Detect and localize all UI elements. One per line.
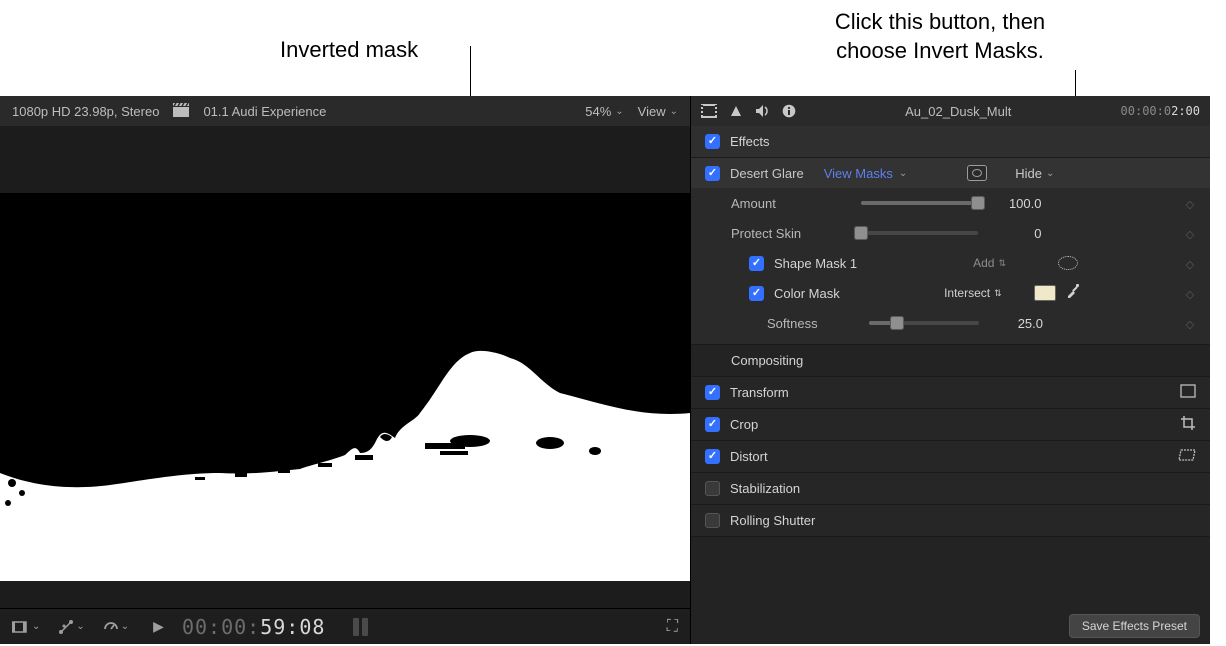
viewer-canvas[interactable] xyxy=(0,193,690,581)
shape-mask-add-menu[interactable]: Add⇅ xyxy=(963,254,1016,272)
effect-name: Desert Glare xyxy=(730,166,804,181)
keyframe-icon[interactable] xyxy=(1184,226,1196,241)
chevron-down-icon: ⌄ xyxy=(899,168,907,179)
keyframe-icon[interactable] xyxy=(1184,196,1196,211)
clip-range-menu[interactable]: ⌄ xyxy=(12,620,40,634)
callout-invert-masks: Click this button, then choose Invert Ma… xyxy=(770,8,1110,65)
amount-value[interactable]: 100.0 xyxy=(988,196,1048,211)
effect-enable-checkbox[interactable] xyxy=(705,166,720,181)
color-swatch[interactable] xyxy=(1034,285,1056,301)
save-effects-preset-button[interactable]: Save Effects Preset xyxy=(1069,614,1200,638)
param-shape-mask: Shape Mask 1 Add⇅ xyxy=(691,248,1210,278)
crop-icon[interactable] xyxy=(1180,415,1196,435)
retiming-menu[interactable]: ⌄ xyxy=(103,619,129,635)
apply-effect-masks-button[interactable] xyxy=(967,165,987,181)
shape-mask-checkbox[interactable] xyxy=(749,256,764,271)
keyframe-icon[interactable] xyxy=(1184,256,1196,271)
audio-meter xyxy=(353,618,368,636)
viewer-canvas-wrap xyxy=(0,126,690,608)
effect-header[interactable]: Desert Glare View Masks ⌄ Hide⌄ xyxy=(691,158,1210,188)
chevron-down-icon: ⌄ xyxy=(615,106,623,117)
timecode-display[interactable]: 00:00:59:08 xyxy=(182,615,325,639)
clip-duration: 00:00:02:00 xyxy=(1121,104,1200,118)
transform-section[interactable]: Transform xyxy=(691,377,1210,409)
color-inspector-tab[interactable] xyxy=(729,104,743,118)
zoom-menu[interactable]: 54%⌄ xyxy=(585,104,623,119)
fullscreen-button[interactable]: ⛶ xyxy=(667,618,678,636)
hide-menu[interactable]: Hide⌄ xyxy=(1015,166,1054,181)
transform-checkbox[interactable] xyxy=(705,385,720,400)
viewer-pane: 1080p HD 23.98p, Stereo 01.1 Audi Experi… xyxy=(0,96,690,644)
view-menu[interactable]: View⌄ xyxy=(638,104,678,119)
protect-skin-value[interactable]: 0 xyxy=(988,226,1048,241)
callout-inverted-mask: Inverted mask xyxy=(280,36,418,65)
effect-desert-glare: Desert Glare View Masks ⌄ Hide⌄ Amount xyxy=(691,158,1210,345)
shape-mask-icon[interactable] xyxy=(1058,256,1078,270)
keyframe-icon[interactable] xyxy=(1184,316,1196,331)
clip-title: Au_02_Dusk_Mult xyxy=(808,104,1109,119)
play-button[interactable]: ▶ xyxy=(153,618,164,635)
rolling-shutter-section[interactable]: Rolling Shutter xyxy=(691,505,1210,537)
viewer-header: 1080p HD 23.98p, Stereo 01.1 Audi Experi… xyxy=(0,96,690,126)
amount-slider[interactable] xyxy=(861,201,978,205)
effects-checkbox[interactable] xyxy=(705,134,720,149)
keyframe-icon[interactable] xyxy=(1184,286,1196,301)
distort-checkbox[interactable] xyxy=(705,449,720,464)
effects-section[interactable]: Effects xyxy=(691,126,1210,158)
crop-section[interactable]: Crop xyxy=(691,409,1210,441)
softness-slider[interactable] xyxy=(869,321,979,325)
transform-tool-menu[interactable]: ⌄ xyxy=(58,619,84,635)
stabilization-section[interactable]: Stabilization xyxy=(691,473,1210,505)
rolling-shutter-checkbox[interactable] xyxy=(705,513,720,528)
inspector-header: Au_02_Dusk_Mult 00:00:02:00 xyxy=(691,96,1210,126)
video-inspector-tab[interactable] xyxy=(701,104,717,118)
view-masks-menu[interactable]: View Masks ⌄ xyxy=(824,166,908,181)
param-color-mask: Color Mask Intersect⇅ xyxy=(691,278,1210,308)
crop-checkbox[interactable] xyxy=(705,417,720,432)
inspector-body: Effects Desert Glare View Masks ⌄ Hide⌄ xyxy=(691,126,1210,644)
clip-format: 1080p HD 23.98p, Stereo xyxy=(12,104,159,119)
compositing-section[interactable]: Compositing xyxy=(691,345,1210,377)
distort-icon[interactable] xyxy=(1178,448,1196,465)
transform-icon[interactable] xyxy=(1180,384,1196,402)
stabilization-checkbox[interactable] xyxy=(705,481,720,496)
audio-inspector-tab[interactable] xyxy=(755,104,770,118)
clapper-icon xyxy=(173,103,189,120)
param-protect-skin: Protect Skin 0 xyxy=(691,218,1210,248)
eyedropper-icon[interactable] xyxy=(1066,284,1080,302)
softness-value[interactable]: 25.0 xyxy=(989,316,1049,331)
inspector-pane: Au_02_Dusk_Mult 00:00:02:00 Effects Dese… xyxy=(690,96,1210,644)
chevron-down-icon: ⌄ xyxy=(670,106,678,117)
color-mask-mode-menu[interactable]: Intersect⇅ xyxy=(944,286,1002,300)
clip-name: 01.1 Audi Experience xyxy=(203,104,326,119)
param-amount: Amount 100.0 xyxy=(691,188,1210,218)
viewer-footer: ⌄ ⌄ ⌄ ▶ 00:00:59:08 ⛶ xyxy=(0,608,690,644)
param-softness: Softness 25.0 xyxy=(691,308,1210,338)
protect-skin-slider[interactable] xyxy=(861,231,978,235)
color-mask-checkbox[interactable] xyxy=(749,286,764,301)
distort-section[interactable]: Distort xyxy=(691,441,1210,473)
info-inspector-tab[interactable] xyxy=(782,104,796,118)
app-window: 1080p HD 23.98p, Stereo 01.1 Audi Experi… xyxy=(0,96,1210,644)
